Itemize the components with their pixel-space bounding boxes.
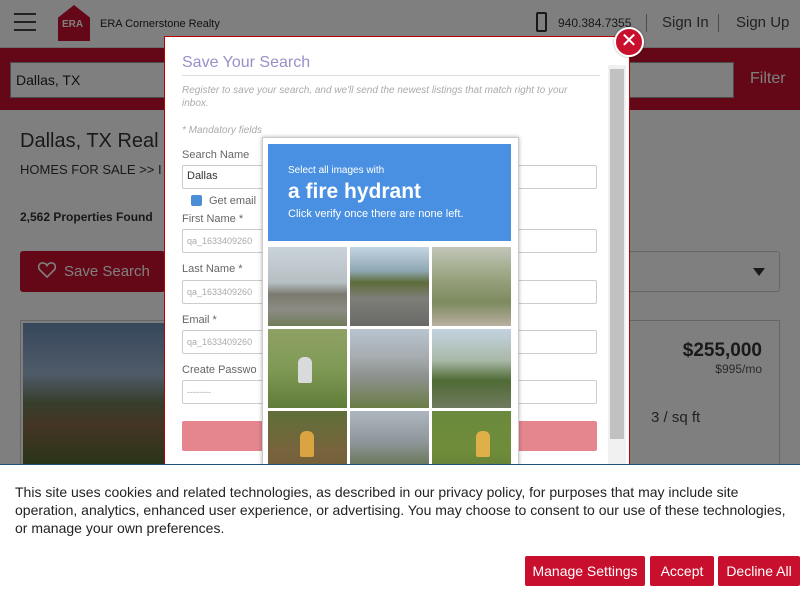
captcha-tile[interactable] [432, 247, 511, 326]
mandatory-note: * Mandatory fields [182, 125, 263, 136]
first-name-label: First Name * [182, 213, 244, 225]
captcha-tile[interactable] [432, 329, 511, 408]
scrollbar-thumb[interactable] [610, 69, 624, 439]
captcha-prompt: Select all images with a fire hydrant Cl… [268, 144, 511, 241]
cookie-notice-text: This site uses cookies and related techn… [15, 484, 786, 536]
cookie-banner: This site uses cookies and related techn… [0, 464, 800, 600]
divider [182, 75, 600, 76]
captcha-tile[interactable] [268, 329, 347, 408]
email-alert-checkbox[interactable] [191, 195, 202, 206]
captcha-challenge: Select all images with a fire hydrant Cl… [262, 137, 519, 490]
modal-description: Register to save your search, and we'll … [182, 85, 568, 109]
decline-all-button[interactable]: Decline All [718, 556, 800, 586]
captcha-tile[interactable] [268, 247, 347, 326]
manage-settings-button[interactable]: Manage Settings [525, 556, 645, 586]
captcha-prompt-small: Select all images with [288, 165, 385, 176]
email-alert-label: Get email [209, 195, 257, 207]
email-label: Email * [182, 314, 217, 326]
password-label: Create Passwo [182, 364, 257, 376]
accept-button[interactable]: Accept [650, 556, 714, 586]
modal-scrollbar[interactable] [608, 65, 626, 465]
hydrant-image [298, 357, 312, 383]
captcha-instruction: Click verify once there are none left. [288, 208, 464, 220]
captcha-tile[interactable] [350, 247, 429, 326]
modal-title: Save Your Search [182, 54, 311, 71]
search-name-label: Search Name [182, 149, 250, 161]
hydrant-image [300, 431, 314, 457]
captcha-target: a fire hydrant [288, 180, 422, 203]
last-name-label: Last Name * [182, 263, 243, 275]
hydrant-image [476, 431, 490, 457]
captcha-tile[interactable] [350, 329, 429, 408]
close-icon[interactable]: ✕ [614, 27, 644, 57]
